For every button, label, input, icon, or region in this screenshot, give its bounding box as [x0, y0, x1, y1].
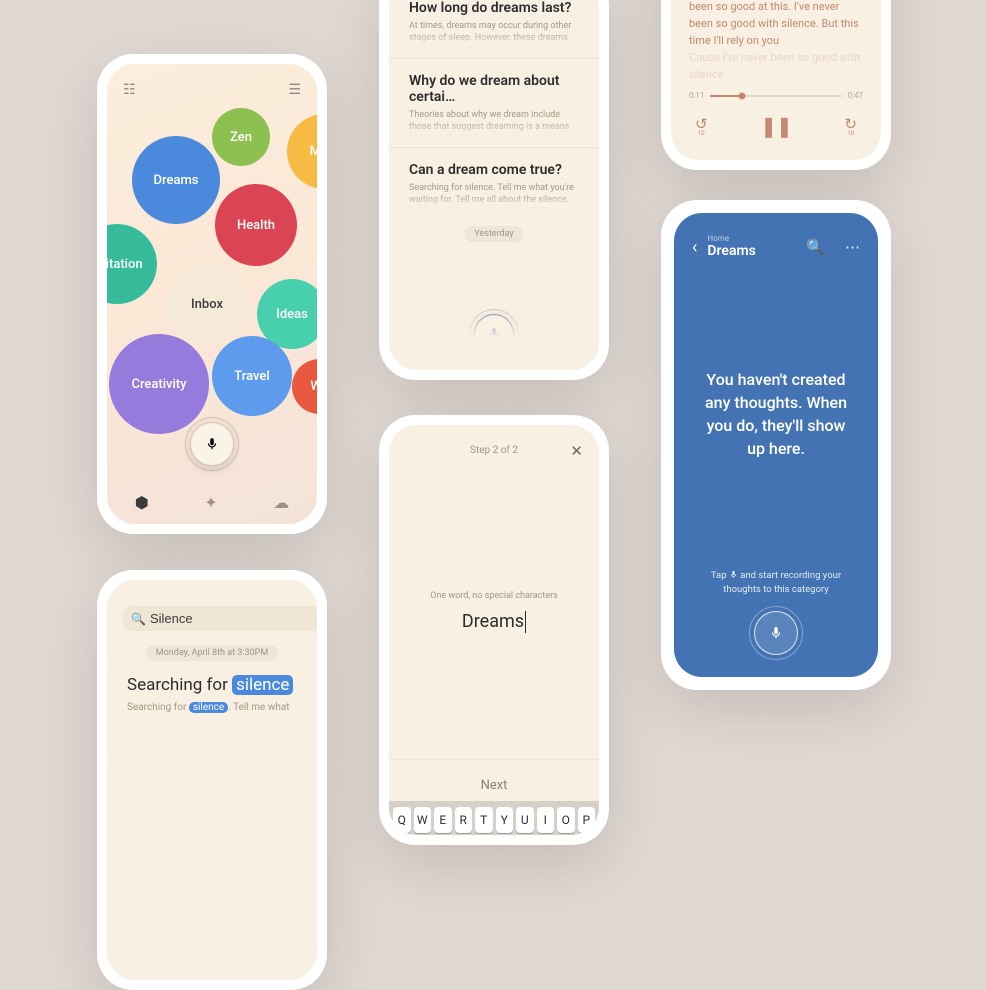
list-item[interactable]: Can a dream come true? Searching for sil… — [389, 147, 599, 220]
rewind-button[interactable]: ↺10 — [695, 115, 708, 137]
record-button[interactable] — [190, 422, 234, 466]
tab-home[interactable]: ⬢ — [135, 493, 149, 512]
input-hint: One word, no special characters — [430, 591, 558, 601]
step-header: Step 2 of 2 ✕ — [389, 425, 599, 464]
screen: Step 2 of 2 ✕ One word, no special chara… — [389, 425, 599, 835]
key[interactable]: O — [557, 807, 575, 833]
phone-category-empty: ‹ Home Dreams 🔍 ⋯ You haven't created an… — [661, 200, 891, 690]
search-box[interactable]: 🔍 ✕ — [123, 606, 317, 631]
search-icon[interactable]: 🔍 — [806, 238, 825, 256]
progress-bar[interactable]: 0:11 0:47 — [689, 91, 863, 100]
screen: How long do dreams last? At times, dream… — [389, 0, 599, 370]
breadcrumb[interactable]: Home Dreams — [707, 235, 755, 259]
step-label: Step 2 of 2 — [470, 445, 518, 456]
key[interactable]: T — [475, 807, 493, 833]
screen: ☷ ☰ Mem Zen Dreams Health editation Inbo… — [107, 64, 317, 524]
key[interactable]: E — [434, 807, 452, 833]
list-item[interactable]: How long do dreams last? At times, dream… — [389, 0, 599, 58]
next-button[interactable]: Next — [389, 759, 599, 801]
more-icon[interactable]: ⋯ — [845, 238, 860, 256]
highlight: silence — [232, 675, 293, 695]
item-body: Searching for silence. Tell me what you'… — [409, 182, 579, 210]
time-current: 0:11 — [689, 91, 704, 100]
phone-create: Step 2 of 2 ✕ One word, no special chara… — [379, 415, 609, 845]
keyboard: Q W E R T Y U I O P — [389, 801, 599, 835]
category-header: ‹ Home Dreams 🔍 ⋯ — [692, 235, 860, 259]
bubble-meditation[interactable]: editation — [107, 224, 157, 304]
search-icon: 🔍 — [131, 612, 146, 626]
track[interactable] — [710, 95, 841, 97]
list-item[interactable]: Why do we dream about certai… Theories a… — [389, 58, 599, 147]
search-row: 🔍 ✕ Cancel — [123, 606, 301, 631]
mic-icon — [205, 437, 219, 451]
phone-list: How long do dreams last? At times, dream… — [379, 0, 609, 380]
empty-message: You haven't created any thoughts. When y… — [692, 259, 860, 568]
bubble-dreams[interactable]: Dreams — [132, 136, 220, 224]
key[interactable]: Y — [496, 807, 514, 833]
phone-bubbles: ☷ ☰ Mem Zen Dreams Health editation Inbo… — [97, 54, 327, 534]
track-knob[interactable] — [738, 92, 745, 99]
tab-profile[interactable]: ☁ — [273, 493, 289, 512]
phone-search: 🔍 ✕ Cancel Monday, April 8th at 3:30PM S… — [97, 570, 327, 990]
tab-explore[interactable]: ✦ — [204, 493, 217, 512]
player-controls: ↺10 ❚❚ ↻10 — [689, 114, 863, 142]
track-fill — [710, 95, 741, 97]
item-title: Can a dream come true? — [409, 162, 579, 178]
tab-bar: ⬢ ✦ ☁ — [107, 493, 317, 512]
mic-icon — [487, 327, 501, 341]
bubble-zen[interactable]: Zen — [212, 108, 270, 166]
phone-player: where everything is quiet. Please, lead … — [661, 0, 891, 170]
caret — [525, 611, 526, 633]
key[interactable]: Q — [393, 807, 411, 833]
transcript: where everything is quiet. Please, lead … — [689, 0, 863, 83]
step-body: One word, no special characters Dreams — [389, 464, 599, 759]
menu-icon[interactable]: ☷ — [123, 82, 136, 98]
top-bar: ☷ ☰ — [123, 82, 301, 98]
mic-icon — [769, 626, 783, 640]
date-chip: Monday, April 8th at 3:30PM — [146, 645, 278, 661]
empty-hint: Tap and start recording your thoughts to… — [692, 569, 860, 598]
category-input[interactable]: Dreams — [462, 611, 526, 633]
key[interactable]: U — [516, 807, 534, 833]
key[interactable]: R — [455, 807, 473, 833]
screen: where everything is quiet. Please, lead … — [671, 0, 881, 160]
key[interactable]: W — [414, 807, 432, 833]
item-body: Theories about why we dream include thos… — [409, 109, 579, 137]
key[interactable]: P — [578, 807, 596, 833]
record-button[interactable] — [474, 314, 514, 354]
bubble-we[interactable]: We — [292, 359, 317, 414]
close-icon[interactable]: ✕ — [570, 442, 583, 460]
time-total: 0:47 — [848, 91, 863, 100]
result-title[interactable]: Searching for silence — [127, 675, 297, 695]
screen: 🔍 ✕ Cancel Monday, April 8th at 3:30PM S… — [107, 580, 317, 980]
screen: ‹ Home Dreams 🔍 ⋯ You haven't created an… — [674, 213, 878, 677]
item-title: Why do we dream about certai… — [409, 73, 579, 105]
record-button[interactable] — [754, 611, 798, 655]
stack-icon[interactable]: ☰ — [288, 82, 301, 98]
highlight: silence — [189, 702, 228, 713]
page-title: Dreams — [707, 244, 755, 259]
bubble-inbox[interactable]: Inbox — [167, 264, 247, 344]
key[interactable]: I — [537, 807, 555, 833]
item-body: At times, dreams may occur during other … — [409, 20, 579, 48]
forward-button[interactable]: ↻10 — [844, 115, 857, 137]
result-body: Searching for silence. Tell me what — [127, 701, 297, 715]
bubble-travel[interactable]: Travel — [212, 336, 292, 416]
pause-button[interactable]: ❚❚ — [760, 114, 792, 138]
day-chip: Yesterday — [464, 226, 523, 242]
bubble-memories[interactable]: Mem — [287, 114, 317, 189]
back-icon[interactable]: ‹ — [692, 237, 697, 258]
search-input[interactable] — [146, 611, 317, 626]
bubble-creativity[interactable]: Creativity — [109, 334, 209, 434]
bubble-health[interactable]: Health — [215, 184, 297, 266]
item-title: How long do dreams last? — [409, 0, 579, 16]
mic-icon — [729, 570, 738, 579]
